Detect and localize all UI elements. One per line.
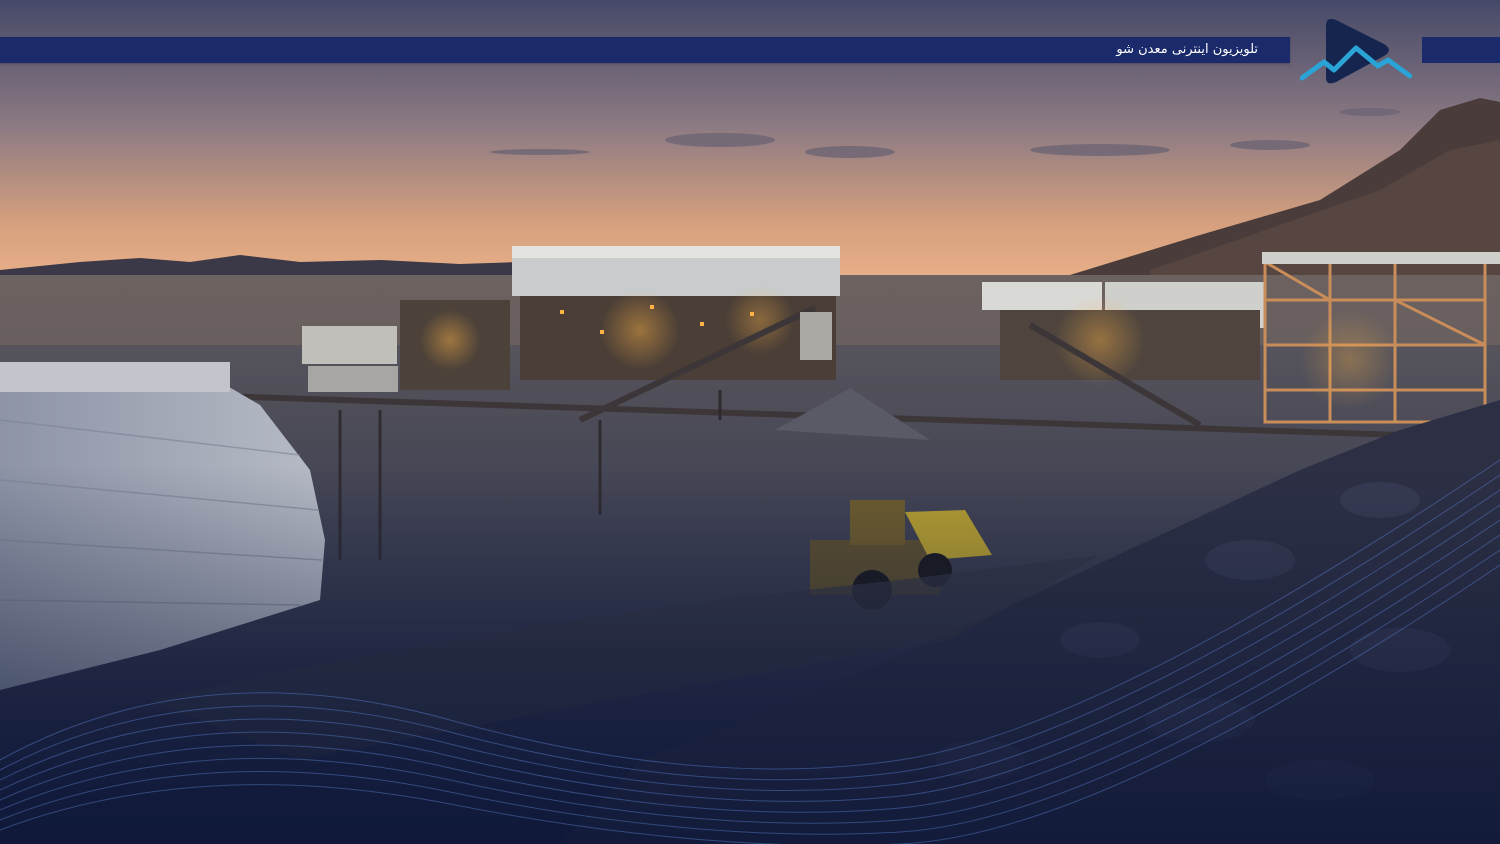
play-mountain-logo-icon <box>1300 18 1412 84</box>
channel-name: تلویزیون اینترنی معدن شو <box>1116 42 1258 57</box>
video-frame: تلویزیون اینترنی معدن شو <box>0 0 1500 844</box>
channel-banner-end <box>1422 37 1500 63</box>
channel-banner: تلویزیون اینترنی معدن شو <box>0 37 1290 63</box>
mine-processing-plant-photo <box>0 0 1500 844</box>
